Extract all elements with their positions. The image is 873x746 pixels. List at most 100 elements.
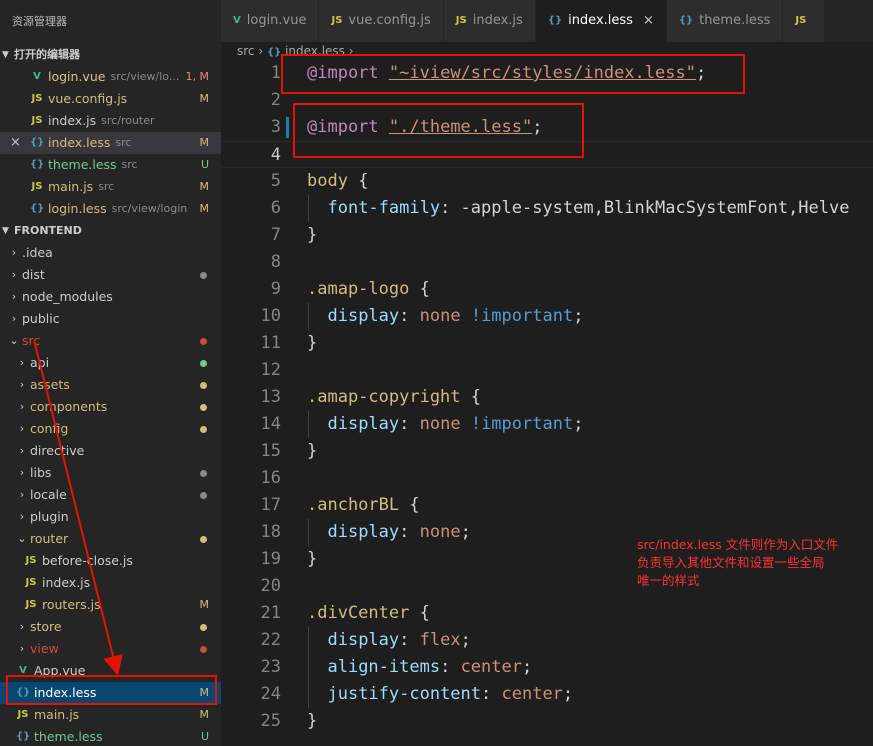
code-token: : bbox=[399, 306, 420, 326]
js-file-icon: JS bbox=[455, 15, 467, 26]
folder-item[interactable]: › api bbox=[0, 352, 221, 374]
folder-item[interactable]: › store bbox=[0, 616, 221, 638]
editor-tab[interactable]: JS index.js bbox=[443, 0, 536, 42]
code-line: 13 .amap-copyright { bbox=[221, 384, 873, 411]
code-line: 22 display: flex; bbox=[221, 627, 873, 654]
breadcrumb-folder[interactable]: src bbox=[237, 44, 255, 58]
code-token: ; bbox=[521, 657, 533, 677]
folder-name: libs bbox=[30, 465, 52, 480]
git-change-marker bbox=[286, 117, 289, 138]
code-token: !important bbox=[470, 414, 574, 434]
folder-item[interactable]: › public bbox=[0, 308, 221, 330]
code-token: } bbox=[307, 225, 318, 245]
open-editor-item[interactable]: Vlogin.vue src/view/lo... 1, M bbox=[0, 66, 221, 88]
git-status-badge: M bbox=[199, 202, 210, 215]
folder-item[interactable]: › view bbox=[0, 638, 221, 660]
code-token: { bbox=[399, 495, 420, 515]
code-token: } bbox=[307, 549, 318, 569]
folder-item[interactable]: › .idea bbox=[0, 242, 221, 264]
file-name: main.js bbox=[48, 179, 94, 194]
folder-item[interactable]: › node_modules bbox=[0, 286, 221, 308]
line-number: 9 bbox=[270, 279, 281, 299]
line-number: 25 bbox=[260, 711, 281, 731]
code-line: 15} bbox=[221, 438, 873, 465]
git-status-badge: 1, M bbox=[185, 70, 209, 83]
folder-item[interactable]: ⌄ router bbox=[0, 528, 221, 550]
open-editor-item[interactable]: {} theme.less src U bbox=[0, 154, 221, 176]
folder-name: src bbox=[22, 333, 41, 348]
line-number: 1 bbox=[270, 63, 281, 83]
open-editor-item[interactable]: JS vue.config.js M bbox=[0, 88, 221, 110]
file-item[interactable]: JS index.js bbox=[0, 572, 221, 594]
line-number: 3 bbox=[270, 117, 281, 137]
code-editor[interactable]: 1 @import "~iview/src/styles/index.less";… bbox=[221, 60, 873, 746]
line-number: 23 bbox=[260, 657, 281, 677]
line-number: 15 bbox=[260, 441, 281, 461]
project-header[interactable]: ▼ FRONTEND bbox=[0, 220, 221, 242]
folder-name: assets bbox=[30, 377, 70, 392]
close-icon[interactable]: × bbox=[643, 0, 654, 42]
annotation-note: src/index.less 文件则作为入口文件 负责导入其他文件和设置一些全局… bbox=[637, 536, 867, 590]
code-token: : -apple-system,BlinkMacSystemFont,Helve bbox=[440, 198, 850, 218]
folder-name: plugin bbox=[30, 509, 69, 524]
code-token: center bbox=[460, 657, 522, 677]
git-status-dot bbox=[200, 404, 207, 411]
line-number: 10 bbox=[260, 306, 281, 326]
folder-item[interactable]: ⌄ src bbox=[0, 330, 221, 352]
folder-item[interactable]: › directive bbox=[0, 440, 221, 462]
code-token: none bbox=[419, 522, 461, 542]
code-token: body bbox=[307, 171, 348, 191]
editor-tab[interactable]: {} index.less × bbox=[535, 0, 667, 42]
editor-tab[interactable]: {} theme.less bbox=[666, 0, 784, 42]
code-token: !important bbox=[470, 306, 574, 326]
folder-item[interactable]: › dist bbox=[0, 264, 221, 286]
file-item[interactable]: {} theme.less U bbox=[0, 726, 221, 746]
folder-item[interactable]: › components bbox=[0, 396, 221, 418]
folder-item[interactable]: › config bbox=[0, 418, 221, 440]
js-file-icon: JS bbox=[25, 577, 37, 588]
folder-item[interactable]: › locale bbox=[0, 484, 221, 506]
line-number: 22 bbox=[260, 630, 281, 650]
tab-label: index.less bbox=[568, 13, 633, 28]
code-text: } bbox=[307, 438, 317, 465]
code-text: } bbox=[307, 708, 317, 735]
open-editors-header[interactable]: ▼ 打开的编辑器 bbox=[0, 44, 221, 66]
editor-tab[interactable]: Vlogin.vue bbox=[221, 0, 320, 42]
code-line: 24 justify-content: center; bbox=[221, 681, 873, 708]
editor-tab[interactable]: JS vue.config.js bbox=[319, 0, 444, 42]
code-token: .amap-copyright bbox=[307, 387, 461, 407]
editor-tabs: Vlogin.vue JS vue.config.js JS index.js {} ind… bbox=[221, 0, 873, 42]
code-token: : bbox=[481, 684, 502, 704]
file-path: src bbox=[121, 158, 138, 171]
code-token: .anchorBL bbox=[307, 495, 400, 515]
open-editors-list: Vlogin.vue src/view/lo... 1, M JS vue.config… bbox=[0, 66, 221, 220]
code-line: 8 bbox=[221, 249, 873, 276]
folder-item[interactable]: › libs bbox=[0, 462, 221, 484]
code-token: display bbox=[327, 414, 400, 434]
code-token: { bbox=[460, 387, 482, 407]
project-label: FRONTEND bbox=[14, 224, 82, 237]
file-path: src/view/lo... bbox=[110, 70, 180, 83]
chevron-right-icon: › bbox=[19, 620, 25, 633]
open-editor-item[interactable]: JS index.js src/router bbox=[0, 110, 221, 132]
editor-tab[interactable]: JS bbox=[783, 0, 826, 42]
file-item[interactable]: JS routers.js M bbox=[0, 594, 221, 616]
line-number: 7 bbox=[270, 225, 281, 245]
folder-item[interactable]: › plugin bbox=[0, 506, 221, 528]
chevron-right-icon: › bbox=[19, 400, 25, 413]
tab-label: login.vue bbox=[246, 13, 307, 28]
close-icon[interactable]: × bbox=[10, 132, 21, 154]
file-item[interactable]: JS before-close.js bbox=[0, 550, 221, 572]
file-path: src/router bbox=[101, 114, 155, 127]
open-editor-item[interactable]: {} login.less src/view/login M bbox=[0, 198, 221, 220]
code-token: none bbox=[419, 414, 461, 434]
open-editor-item[interactable]: × {} index.less src M bbox=[0, 132, 221, 154]
chevron-right-icon: › bbox=[19, 466, 25, 479]
file-path: src bbox=[98, 180, 115, 193]
folder-item[interactable]: › assets bbox=[0, 374, 221, 396]
less-file-icon: {} bbox=[16, 731, 31, 742]
open-editor-item[interactable]: JS main.js src M bbox=[0, 176, 221, 198]
file-item[interactable]: JS main.js M bbox=[0, 704, 221, 726]
code-token: : bbox=[399, 414, 420, 434]
